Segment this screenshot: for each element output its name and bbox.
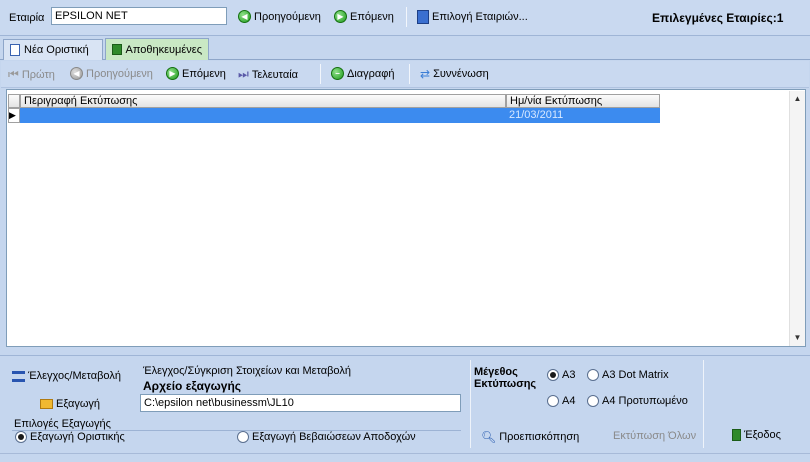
- export-label: Εξαγωγή: [56, 398, 101, 410]
- magnifier-icon: 🔍︎: [481, 430, 497, 444]
- first-button[interactable]: ⏮ Πρώτη: [8, 67, 55, 82]
- tab-new-final[interactable]: Νέα Οριστική: [3, 39, 103, 60]
- row-indicator-icon: ▶: [8, 108, 20, 123]
- size-a3-dot-label: A3 Dot Matrix: [602, 369, 669, 381]
- edit-button[interactable]: Έλεγχος/Μεταβολή: [12, 370, 121, 382]
- print-all-label: Εκτύπωση Όλων: [613, 430, 697, 442]
- arrow-right-icon: ▶: [334, 10, 347, 23]
- size-a3-label: A3: [562, 369, 576, 381]
- divider: [703, 360, 704, 448]
- minus-icon: −: [331, 67, 344, 80]
- radio-icon: [547, 369, 559, 381]
- top-previous-label: Προηγούμενη: [254, 10, 321, 23]
- next-button[interactable]: ▶ Επόμενη: [166, 67, 226, 80]
- status-bar: [0, 453, 810, 462]
- next-label: Επόμενη: [182, 67, 226, 80]
- prints-grid[interactable]: Περιγραφή Εκτύπωσης Ημ/νία Εκτύπωσης ▶ 2…: [6, 89, 806, 347]
- preview-button[interactable]: 🔍︎ Προεπισκόπηση: [481, 430, 579, 444]
- last-button[interactable]: ⏭ Τελευταία: [238, 67, 298, 82]
- last-icon: ⏭: [238, 67, 249, 81]
- select-companies-label: Επιλογή Εταιριών...: [432, 11, 528, 23]
- radio-icon: [15, 431, 27, 443]
- top-next-label: Επόμενη: [350, 10, 394, 23]
- delete-button[interactable]: − Διαγραφή: [331, 67, 395, 80]
- export-options-label: Επιλογές Εξαγωγής: [14, 418, 111, 430]
- top-previous-button[interactable]: ◀ Προηγούμενη: [238, 10, 321, 23]
- arrow-left-icon: ◀: [238, 10, 251, 23]
- merge-icon: ⇄: [420, 67, 431, 81]
- company-input[interactable]: [51, 7, 227, 25]
- previous-button[interactable]: ◀ Προηγούμενη: [70, 67, 153, 80]
- radio-size-a4[interactable]: A4: [547, 395, 575, 407]
- cell-description[interactable]: [20, 108, 506, 123]
- scroll-up-icon[interactable]: ▲: [790, 91, 805, 106]
- company-label: Εταιρία: [9, 12, 45, 24]
- previous-label: Προηγούμενη: [86, 67, 153, 80]
- scroll-down-icon[interactable]: ▼: [790, 330, 805, 345]
- divider: [470, 360, 471, 448]
- door-icon: [732, 429, 741, 441]
- radio-size-a3[interactable]: A3: [547, 369, 575, 381]
- radio-icon: [237, 431, 249, 443]
- select-companies-button[interactable]: Επιλογή Εταιριών...: [417, 10, 528, 24]
- size-a4-preprinted-label: A4 Προτυπωμένο: [602, 395, 688, 407]
- save-icon: [112, 44, 122, 55]
- merge-label: Συννένωση: [433, 68, 489, 80]
- exit-label: Έξοδος: [744, 429, 781, 441]
- grid-corner: [8, 94, 20, 108]
- tab-saved-label: Αποθηκευμένες: [125, 43, 203, 56]
- selected-companies-label: Επιλεγμένες Εταιρίες:: [652, 11, 777, 25]
- cell-date[interactable]: 21/03/2011: [506, 108, 660, 123]
- column-header-date[interactable]: Ημ/νία Εκτύπωσης: [506, 94, 660, 108]
- first-label: Πρώτη: [21, 68, 55, 81]
- separator: [406, 7, 407, 27]
- preview-label: Προεπισκόπηση: [499, 431, 580, 443]
- list-icon: [12, 370, 25, 382]
- arrow-right-icon: ▶: [166, 67, 179, 80]
- export-file-label: Αρχείο εξαγωγής: [143, 379, 242, 393]
- separator: [409, 64, 410, 84]
- radio-export-final-label: Εξαγωγή Οριστικής: [30, 431, 125, 443]
- selected-companies-count: 1: [776, 11, 784, 25]
- print-size-label-2: Εκτύπωσης: [474, 378, 537, 390]
- vertical-scrollbar[interactable]: ▲ ▼: [789, 91, 805, 346]
- check-description: Έλεγχος/Σύγκριση Στοιχείων και Μεταβολή: [143, 365, 351, 377]
- selected-companies: Επιλεγμένες Εταιρίες:1: [652, 11, 783, 25]
- merge-button[interactable]: ⇄ Συννένωση: [420, 67, 489, 81]
- first-icon: ⏮: [8, 67, 19, 81]
- tab-new-final-label: Νέα Οριστική: [24, 44, 89, 56]
- top-next-button[interactable]: ▶ Επόμενη: [334, 10, 394, 23]
- separator: [320, 64, 321, 84]
- export-button[interactable]: Εξαγωγή: [40, 398, 100, 410]
- radio-export-certificates[interactable]: Εξαγωγή Βεβαιώσεων Αποδοχών: [237, 431, 416, 443]
- radio-size-a4-preprinted[interactable]: A4 Προτυπωμένο: [587, 395, 688, 407]
- address-book-icon: [417, 10, 429, 24]
- tab-saved[interactable]: Αποθηκευμένες: [105, 38, 209, 60]
- radio-icon: [547, 395, 559, 407]
- radio-icon: [587, 369, 599, 381]
- column-header-description[interactable]: Περιγραφή Εκτύπωσης: [20, 94, 506, 108]
- radio-export-certificates-label: Εξαγωγή Βεβαιώσεων Αποδοχών: [252, 431, 416, 443]
- arrow-left-icon: ◀: [70, 67, 83, 80]
- radio-export-final[interactable]: Εξαγωγή Οριστικής: [15, 431, 125, 443]
- print-size-label-1: Μέγεθος: [474, 366, 518, 378]
- radio-icon: [587, 395, 599, 407]
- print-all-button[interactable]: Εκτύπωση Όλων: [613, 430, 696, 442]
- document-icon: [10, 44, 20, 56]
- size-a4-label: A4: [562, 395, 576, 407]
- delete-label: Διαγραφή: [347, 67, 395, 80]
- export-icon: [40, 399, 53, 409]
- export-path-input[interactable]: [140, 394, 461, 412]
- edit-label: Έλεγχος/Μεταβολή: [28, 370, 121, 382]
- exit-button[interactable]: Έξοδος: [732, 429, 781, 441]
- last-label: Τελευταία: [251, 68, 298, 81]
- radio-size-a3-dot[interactable]: A3 Dot Matrix: [587, 369, 669, 381]
